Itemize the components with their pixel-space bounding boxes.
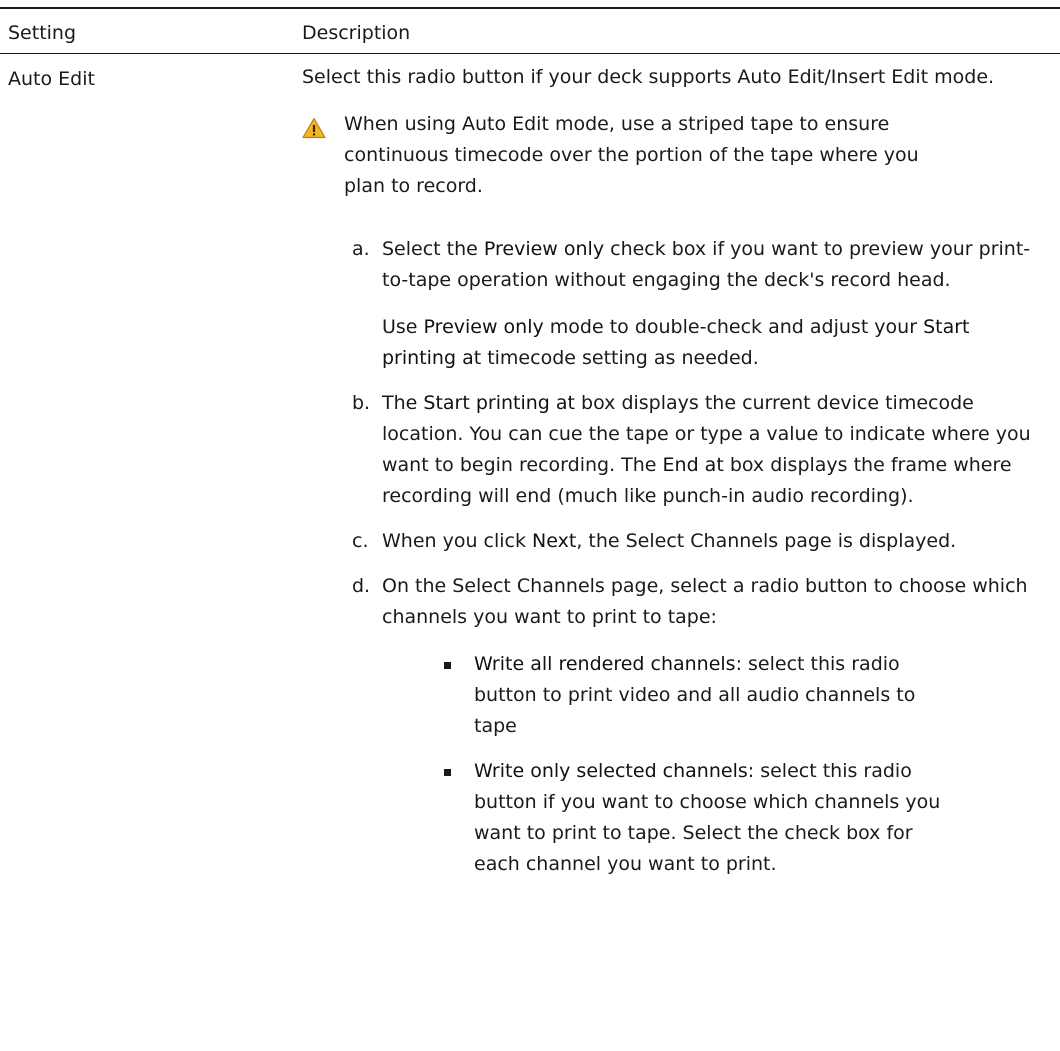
text-run: Use — [382, 316, 424, 338]
channel-options-list: Write all rendered channels: select this… — [382, 649, 1042, 880]
ui-term: End at — [662, 454, 724, 476]
step-a: a. Select the Preview only check box if … — [352, 234, 1042, 374]
description-cell: Select this radio button if your deck su… — [302, 62, 1042, 894]
step-text: When you click Next, the Select Channels… — [382, 526, 1042, 557]
bullet-square-icon — [444, 662, 451, 669]
step-letter: b. — [352, 392, 371, 414]
step-text: Select the Preview only check box if you… — [382, 234, 1042, 296]
warning-note: When using Auto Edit mode, use a striped… — [302, 109, 964, 202]
table-top-rule — [0, 7, 1060, 9]
header-setting: Setting — [8, 22, 77, 44]
ui-term: Write all rendered channels — [474, 653, 736, 675]
text-run: The — [382, 392, 424, 414]
text-run: mode to double-check and adjust your — [543, 316, 924, 338]
ui-term: Next — [532, 530, 577, 552]
step-text: The Start printing at box displays the c… — [382, 388, 1042, 512]
ui-term: Preview only — [483, 238, 605, 260]
text-run: , the Select Channels page is displayed. — [576, 530, 957, 552]
step-c: c. When you click Next, the Select Chann… — [352, 526, 1042, 557]
step-letter: a. — [352, 238, 370, 260]
step-b: b. The Start printing at box displays th… — [352, 388, 1042, 512]
text-run: timecode setting as needed. — [481, 347, 759, 369]
note-text: When using Auto Edit mode, use a striped… — [344, 113, 919, 197]
step-letter: c. — [352, 530, 369, 552]
step-text: On the Select Channels page, select a ra… — [382, 571, 1042, 633]
bullet-square-icon — [444, 769, 451, 776]
setting-name: Auto Edit — [8, 68, 95, 90]
header-divider — [0, 53, 1060, 54]
text-run: Select the — [382, 238, 484, 260]
header-description: Description — [302, 22, 411, 44]
ui-term: Write only selected channels — [474, 760, 748, 782]
step-d: d. On the Select Channels page, select a… — [352, 571, 1042, 880]
step-subtext: Use Preview only mode to double-check an… — [382, 312, 1042, 374]
list-item: Write all rendered channels: select this… — [442, 649, 944, 742]
list-item: Write only selected channels: select thi… — [442, 756, 944, 880]
intro-text: Select this radio button if your deck su… — [302, 66, 995, 88]
ui-term: Preview only — [423, 316, 544, 338]
ui-term: Start printing at — [423, 392, 576, 414]
text-run: When you click — [382, 530, 533, 552]
warning-triangle-icon — [302, 117, 326, 139]
steps-list: a. Select the Preview only check box if … — [302, 234, 1042, 880]
text-run: On the Select Channels page, select a ra… — [382, 575, 1028, 628]
step-letter: d. — [352, 575, 371, 597]
